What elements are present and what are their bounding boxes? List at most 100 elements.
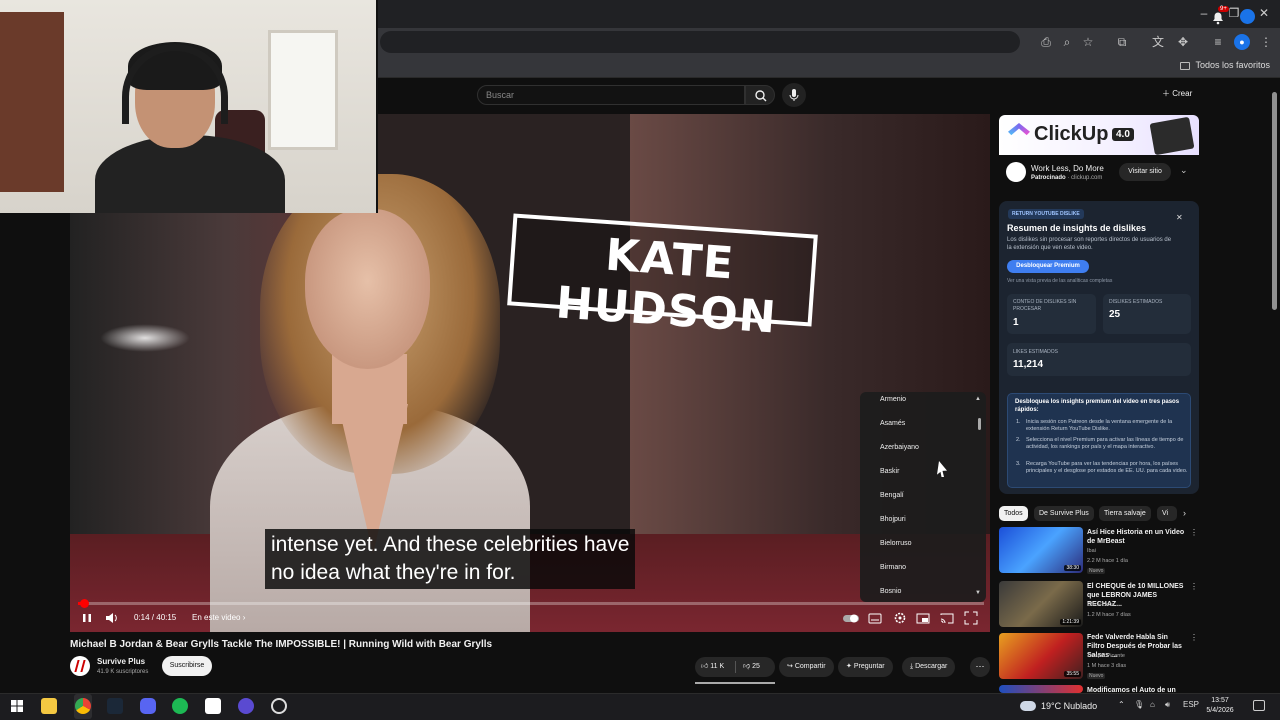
fullscreen-icon[interactable] bbox=[964, 611, 978, 625]
video-options-icon[interactable]: ⋮ bbox=[1190, 633, 1198, 642]
recommendation-thumbnail[interactable] bbox=[999, 685, 1083, 693]
chevron-down-icon[interactable]: ▼ bbox=[975, 590, 981, 596]
ad-expand-chevron-icon[interactable]: ⌄ bbox=[1180, 165, 1188, 176]
like-button[interactable]: 👍︎ 11 K bbox=[697, 657, 728, 677]
download-label: Descargar bbox=[915, 663, 948, 670]
ad-headline[interactable]: Work Less, Do More bbox=[1031, 164, 1104, 173]
progress-bar[interactable] bbox=[78, 602, 984, 605]
settings-gear-icon[interactable] bbox=[893, 611, 907, 625]
spotify-icon[interactable] bbox=[172, 698, 188, 714]
chapter-button[interactable]: En este video › bbox=[192, 611, 245, 625]
video-options-icon[interactable]: ⋮ bbox=[1190, 582, 1198, 591]
volume-icon[interactable] bbox=[104, 611, 118, 625]
ad-brand-version: 4.0 bbox=[1112, 128, 1134, 141]
voice-search-button[interactable] bbox=[782, 83, 806, 107]
channel-name[interactable]: Survive Plus bbox=[97, 657, 145, 666]
profile-icon[interactable]: ● bbox=[1234, 34, 1250, 50]
language-menu-scrollbar[interactable] bbox=[978, 418, 981, 430]
name-overlay-text: KATE HUDSON bbox=[554, 229, 779, 344]
search-button[interactable] bbox=[745, 85, 775, 105]
weather-widget[interactable]: 19°C Nublado bbox=[1041, 701, 1097, 711]
language-option[interactable]: Birmano bbox=[880, 562, 906, 574]
progress-scrubber[interactable] bbox=[80, 599, 89, 608]
chip-topic[interactable]: Tierra salvaje bbox=[1099, 506, 1151, 521]
close-window-icon[interactable]: ✕ bbox=[1254, 6, 1274, 22]
chip-all[interactable]: Todos bbox=[999, 506, 1028, 521]
windows-start-icon[interactable] bbox=[9, 698, 25, 714]
recommendation-title[interactable]: Modificamos el Auto de un bbox=[1087, 686, 1187, 693]
create-button[interactable]: ＋ Crear bbox=[1162, 88, 1192, 99]
recommendation-thumbnail[interactable]: 38:30 bbox=[999, 527, 1083, 573]
page-scrollbar-thumb[interactable] bbox=[1272, 92, 1277, 310]
address-bar[interactable] bbox=[380, 31, 1020, 53]
preview-note: Ver una vista previa de las analíticas c… bbox=[1007, 278, 1113, 284]
chevron-right-icon[interactable]: › bbox=[1183, 508, 1186, 518]
recommendation-channel[interactable]: Ibai bbox=[1087, 548, 1096, 554]
chip-more[interactable]: Vi bbox=[1157, 506, 1177, 521]
language-option[interactable]: Baskir bbox=[880, 466, 899, 478]
install-icon[interactable]: ⎙ bbox=[1038, 34, 1054, 50]
recommendation-thumbnail[interactable]: 1:21:39 bbox=[999, 581, 1083, 627]
dislike-button[interactable]: 👎︎ 25 bbox=[739, 657, 764, 677]
close-icon[interactable]: ✕ bbox=[1176, 213, 1183, 222]
obs-icon[interactable] bbox=[271, 698, 287, 714]
zoom-icon[interactable]: ⌕ bbox=[1059, 34, 1075, 50]
video-subject-face bbox=[305, 209, 430, 369]
network-icon[interactable]: ⌂ bbox=[1150, 700, 1155, 709]
notion-icon[interactable] bbox=[205, 698, 221, 714]
more-actions-button[interactable]: ⋯ bbox=[970, 657, 990, 677]
extension-badge: RETURN YOUTUBE DISLIKE bbox=[1008, 209, 1084, 219]
extension-puzzle-icon[interactable]: ✥ bbox=[1175, 34, 1191, 50]
language-option[interactable]: Asamés bbox=[880, 418, 905, 430]
app-icon[interactable] bbox=[238, 698, 254, 714]
panel-description: Los dislikes sin procesar son reportes d… bbox=[1007, 237, 1172, 251]
account-avatar[interactable] bbox=[1240, 9, 1255, 24]
recommendation-channel[interactable]: Terapia Picante bbox=[1087, 653, 1125, 659]
language-option[interactable]: Bhojpuri bbox=[880, 514, 906, 526]
discord-icon[interactable] bbox=[140, 698, 156, 714]
language-option[interactable]: Azerbaiyano bbox=[880, 442, 919, 454]
subscribe-button[interactable]: Suscribirse bbox=[162, 656, 212, 676]
pause-icon[interactable] bbox=[80, 611, 94, 625]
bookmark-star-icon[interactable]: ☆ bbox=[1080, 34, 1096, 50]
recommendation-channel[interactable]: Dieck Docs bbox=[1087, 602, 1115, 608]
visit-site-button[interactable]: Visitar sitio bbox=[1119, 163, 1171, 181]
all-favorites-link[interactable]: Todos los favoritos bbox=[1180, 60, 1270, 70]
chip-channel[interactable]: De Survive Plus bbox=[1034, 506, 1094, 521]
speaker-icon[interactable]: 🔊︎ bbox=[1165, 700, 1170, 710]
subtitles-icon[interactable] bbox=[868, 611, 882, 625]
share-button[interactable]: ↪ Compartir bbox=[779, 657, 834, 677]
chevron-up-icon[interactable]: ▲ bbox=[975, 396, 981, 402]
video-options-icon[interactable]: ⋮ bbox=[1190, 528, 1198, 537]
chrome-icon[interactable] bbox=[75, 698, 91, 714]
unlock-premium-button[interactable]: Desbloquear Premium bbox=[1007, 260, 1089, 273]
steam-icon[interactable] bbox=[107, 698, 123, 714]
autoplay-toggle-icon[interactable] bbox=[843, 611, 859, 625]
translate-icon[interactable]: 文 bbox=[1150, 34, 1166, 50]
thumbs-up-icon: 👍︎ bbox=[701, 663, 709, 670]
extensions-icon[interactable]: ⧉ bbox=[1114, 34, 1130, 50]
ask-button[interactable]: ✦ Preguntar bbox=[838, 657, 893, 677]
notification-center-icon[interactable] bbox=[1253, 700, 1265, 711]
keyboard-language[interactable]: ESP bbox=[1183, 700, 1199, 709]
language-option[interactable]: Bengalí bbox=[880, 490, 904, 502]
new-badge: Nuevo bbox=[1087, 673, 1106, 679]
premium-step: Selecciona el nivel Premium para activar… bbox=[1026, 437, 1184, 450]
recommendation-thumbnail[interactable]: 35:55 bbox=[999, 633, 1083, 679]
language-option[interactable]: Bielorruso bbox=[880, 538, 912, 550]
microphone-tray-icon[interactable]: 🎙︎ bbox=[1134, 700, 1144, 709]
file-explorer-icon[interactable] bbox=[41, 698, 57, 714]
recommendation-title[interactable]: Así Hice Historia en un Video de MrBeast bbox=[1087, 528, 1187, 546]
taskbar-clock[interactable]: 13:57 5/4/2026 bbox=[1198, 696, 1242, 716]
tray-chevron-icon[interactable]: ⌃ bbox=[1118, 700, 1125, 709]
miniplayer-icon[interactable] bbox=[916, 611, 930, 625]
browser-menu-icon[interactable]: ⋮ bbox=[1258, 34, 1274, 50]
language-option[interactable]: Armenio bbox=[880, 394, 906, 406]
download-button[interactable]: ⤓ Descargar bbox=[902, 657, 956, 677]
subtitle-language-menu[interactable] bbox=[860, 392, 986, 602]
search-input[interactable]: Buscar bbox=[477, 85, 745, 105]
language-option[interactable]: Bosnio bbox=[880, 586, 901, 598]
cast-icon[interactable] bbox=[940, 611, 954, 625]
stage-lights bbox=[100, 324, 190, 352]
reading-list-icon[interactable]: ≡ bbox=[1210, 34, 1226, 50]
